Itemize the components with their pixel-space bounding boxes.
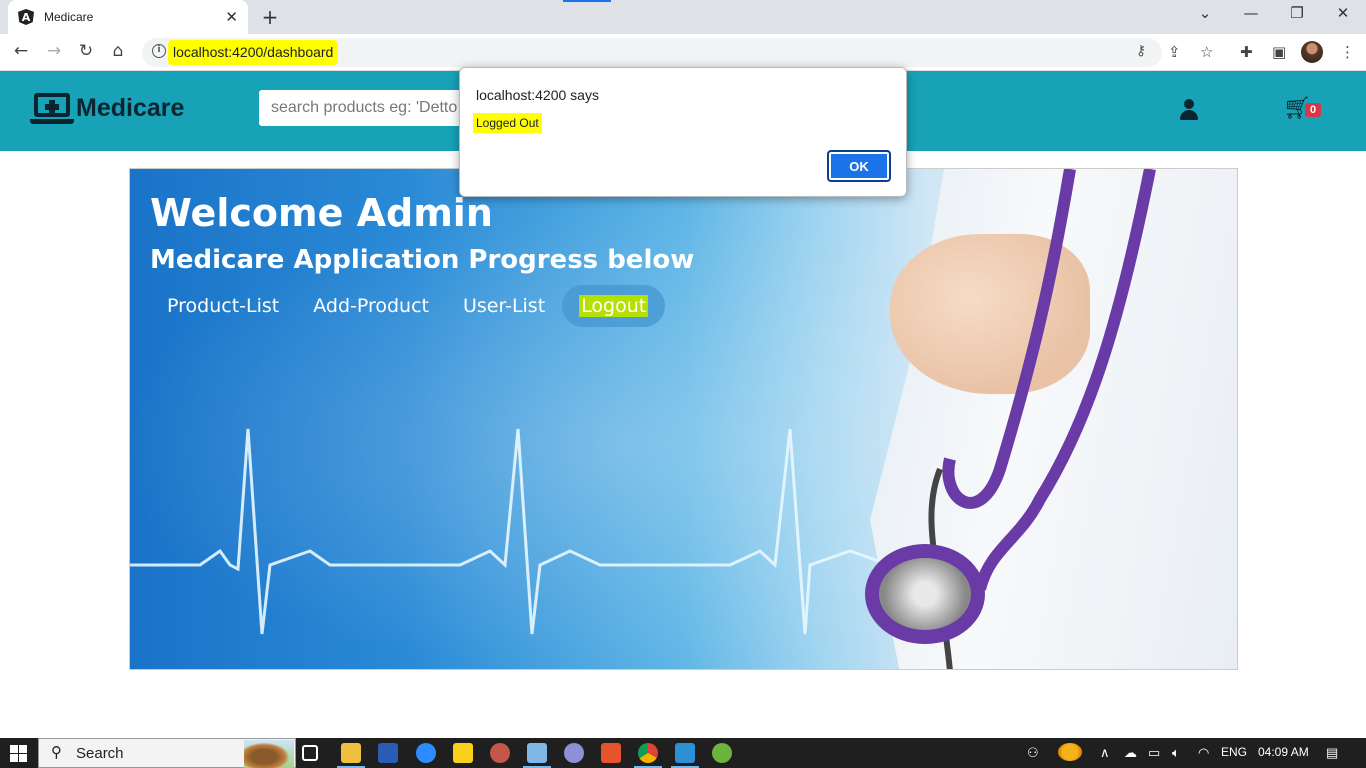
wifi-icon[interactable]: ◠: [1198, 745, 1209, 761]
notepad-icon[interactable]: [523, 743, 551, 768]
back-icon[interactable]: ←: [10, 41, 32, 61]
battery-icon[interactable]: ▭: [1148, 745, 1160, 761]
volume-icon[interactable]: 🔈︎: [1172, 745, 1180, 761]
task-view-icon[interactable]: [302, 745, 318, 761]
nav-logout-label: Logout: [579, 295, 649, 317]
share-icon[interactable]: ⇪: [1168, 43, 1181, 61]
tab-search-icon[interactable]: ⌄: [1190, 4, 1220, 22]
reload-icon[interactable]: ↻: [75, 41, 97, 61]
taskbar-search-label: Search: [76, 745, 124, 762]
vscode-icon[interactable]: [671, 743, 699, 768]
people-icon[interactable]: ⚇: [1027, 745, 1039, 761]
angular-favicon-icon: A: [18, 9, 34, 25]
user-icon[interactable]: [1179, 99, 1199, 121]
chevron-up-icon[interactable]: ∧: [1100, 745, 1110, 761]
welcome-subtitle: Medicare Application Progress below: [150, 245, 695, 275]
profile-avatar[interactable]: [1301, 41, 1323, 63]
admin-nav: Product-List Add-Product User-List Logou…: [150, 285, 666, 327]
paint-icon[interactable]: [490, 743, 510, 763]
tab-indicator: [563, 0, 611, 2]
url-text[interactable]: localhost:4200/dashboard: [168, 40, 339, 65]
dialog-heading: localhost:4200 says: [476, 87, 599, 103]
brave-icon[interactable]: [601, 743, 621, 763]
brand-name: Medicare: [76, 93, 185, 122]
dashboard-banner: Welcome Admin Medicare Application Progr…: [129, 168, 1238, 670]
chrome-icon[interactable]: [634, 743, 662, 768]
forward-icon[interactable]: →: [43, 41, 65, 61]
weather-icon[interactable]: [1058, 743, 1082, 761]
windows-taskbar: ⚲ Search ⚇ ∧ ☁ ▭ 🔈︎ ◠ ENG 04:09 AM ▤: [0, 738, 1366, 768]
notifications-icon[interactable]: ▤: [1326, 745, 1338, 761]
cart-count-badge: 0: [1305, 103, 1322, 117]
extensions-icon[interactable]: ✚: [1240, 43, 1253, 61]
language-indicator[interactable]: ENG: [1221, 745, 1247, 759]
browser-toolbar: ← → ↻ ⌂ i localhost:4200/dashboard ⚷ ⇪ ☆…: [0, 34, 1366, 71]
file-explorer-icon[interactable]: [337, 743, 365, 768]
browser-tabbar: A Medicare ✕ + ⌄ — ❐ ✕: [0, 0, 1366, 34]
search-highlight-image: [244, 740, 294, 768]
zoom-icon[interactable]: [416, 743, 436, 763]
bookmark-star-icon[interactable]: ☆: [1200, 43, 1213, 61]
tab-title: Medicare: [44, 10, 94, 24]
nav-user-list[interactable]: User-List: [446, 285, 562, 327]
sticky-notes-icon[interactable]: [453, 743, 473, 763]
windows-start-icon[interactable]: [10, 745, 27, 762]
search-icon: ⚲: [51, 743, 62, 761]
browser-tab[interactable]: A Medicare ✕: [8, 0, 248, 34]
spring-tool-icon[interactable]: [712, 743, 732, 763]
nav-add-product[interactable]: Add-Product: [296, 285, 446, 327]
close-window-button[interactable]: ✕: [1328, 4, 1358, 22]
taskbar-search[interactable]: ⚲ Search: [38, 738, 296, 768]
stethoscope-graphic: [928, 169, 1156, 669]
word-icon[interactable]: [378, 743, 398, 763]
dialog-message: Logged Out: [473, 113, 542, 133]
key-icon[interactable]: ⚷: [1136, 43, 1146, 59]
laptop-plus-icon: [30, 91, 74, 125]
restore-button[interactable]: ❐: [1282, 4, 1312, 22]
new-tab-button[interactable]: +: [258, 5, 282, 29]
clock[interactable]: 04:09 AM: [1258, 745, 1309, 759]
db-app-icon[interactable]: [564, 743, 584, 763]
side-panel-icon[interactable]: ▣: [1272, 43, 1286, 61]
home-icon[interactable]: ⌂: [107, 41, 129, 61]
nav-product-list[interactable]: Product-List: [150, 285, 296, 327]
address-bar[interactable]: i localhost:4200/dashboard ⚷: [142, 38, 1162, 67]
minimize-button[interactable]: —: [1236, 4, 1266, 22]
cart-button[interactable]: 🛒︎ 0: [1283, 97, 1322, 121]
nav-logout[interactable]: Logout: [562, 285, 666, 327]
search-input[interactable]: search products eg: 'Detto: [259, 90, 469, 126]
stethoscope-chestpiece-graphic: [865, 544, 985, 644]
alert-dialog: localhost:4200 says Logged Out OK: [459, 67, 907, 197]
welcome-title: Welcome Admin: [150, 191, 493, 235]
onedrive-icon[interactable]: ☁: [1124, 745, 1137, 761]
ok-button[interactable]: OK: [827, 150, 891, 182]
site-info-icon[interactable]: i: [152, 44, 166, 58]
tab-close-icon[interactable]: ✕: [225, 8, 238, 26]
menu-icon[interactable]: ⋮: [1340, 43, 1355, 61]
brand-logo[interactable]: Medicare: [30, 91, 184, 125]
